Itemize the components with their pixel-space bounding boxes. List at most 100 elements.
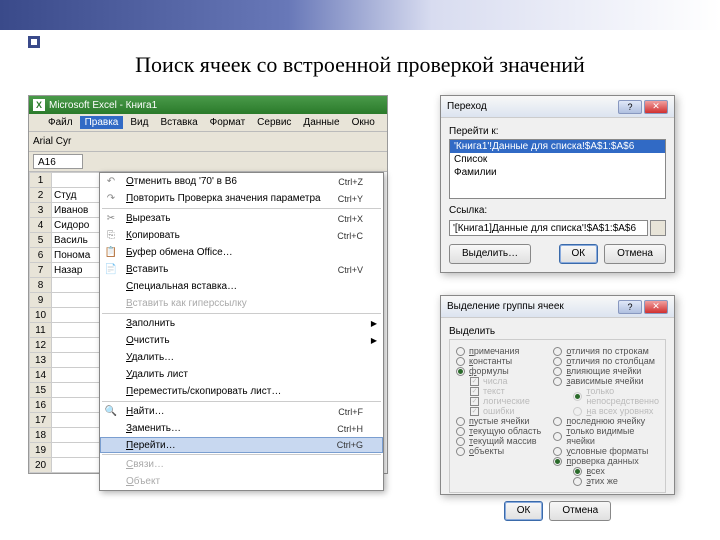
font-name[interactable]: Arial Cyr <box>33 136 71 147</box>
special-options-group: примечанияконстантыформулы✓числа✓текст✓л… <box>449 339 666 493</box>
menu-item-shortcut: Ctrl+Y <box>338 194 363 204</box>
goto-listbox[interactable]: 'Книга1'!Данные для списка!$A$1:$A$6 Спи… <box>449 139 666 199</box>
row-header[interactable]: 7 <box>30 263 52 278</box>
menu-item[interactable]: Удалить лист <box>100 366 383 383</box>
name-box[interactable]: A16 <box>33 154 83 169</box>
menu-item[interactable]: 📄ВставитьCtrl+V <box>100 261 383 278</box>
menu-item-icon <box>102 297 120 311</box>
menu-item[interactable]: ⎘КопироватьCtrl+C <box>100 227 383 244</box>
list-item[interactable]: 'Книга1'!Данные для списка!$A$1:$A$6 <box>450 140 665 153</box>
menu-item-label: Отменить ввод '70' в B6 <box>126 176 332 187</box>
row-header[interactable]: 11 <box>30 323 52 338</box>
goto-dialog: Переход ? ✕ Перейти к: 'Книга1'!Данные д… <box>440 95 675 273</box>
menu-item-icon <box>102 280 120 294</box>
row-header[interactable]: 9 <box>30 293 52 308</box>
row-header[interactable]: 8 <box>30 278 52 293</box>
row-header[interactable]: 5 <box>30 233 52 248</box>
menu-item[interactable]: ↷Повторить Проверка значения параметраCt… <box>100 190 383 207</box>
menu-item: Связи… <box>100 456 383 473</box>
menu-item-label: Переместить/скопировать лист… <box>126 386 357 397</box>
row-header[interactable]: 13 <box>30 353 52 368</box>
radio-option[interactable]: проверка данных <box>553 456 659 466</box>
menu-data[interactable]: Данные <box>298 116 344 129</box>
menu-item-icon: 📋 <box>102 246 120 260</box>
row-header[interactable]: 18 <box>30 428 52 443</box>
menu-item[interactable]: ↶Отменить ввод '70' в B6Ctrl+Z <box>100 173 383 190</box>
row-header[interactable]: 2 <box>30 188 52 203</box>
menu-item-shortcut: Ctrl+X <box>338 214 363 224</box>
menu-item[interactable]: Специальная вставка… <box>100 278 383 295</box>
row-header[interactable]: 12 <box>30 338 52 353</box>
radio-option[interactable]: отличия по строкам <box>553 346 659 356</box>
menu-item-label: Специальная вставка… <box>126 281 357 292</box>
row-header[interactable]: 20 <box>30 458 52 473</box>
row-header[interactable]: 17 <box>30 413 52 428</box>
menu-item[interactable]: 🔍Найти…Ctrl+F <box>100 403 383 420</box>
excel-menubar[interactable]: Файл Правка Вид Вставка Формат Сервис Да… <box>29 114 387 132</box>
menu-edit[interactable]: Правка <box>80 116 124 129</box>
radio-option[interactable]: условные форматы <box>553 446 659 456</box>
row-header[interactable]: 10 <box>30 308 52 323</box>
row-header[interactable]: 6 <box>30 248 52 263</box>
doc-icon <box>31 122 41 124</box>
goto-cancel-button[interactable]: Отмена <box>604 244 666 264</box>
list-item[interactable]: Список <box>450 153 665 166</box>
radio-option[interactable]: пустые ячейки <box>456 416 547 426</box>
menu-format[interactable]: Формат <box>205 116 251 129</box>
close-button[interactable]: ✕ <box>644 100 668 114</box>
help-button[interactable]: ? <box>618 100 642 114</box>
menu-item-icon <box>102 368 120 382</box>
row-header[interactable]: 15 <box>30 383 52 398</box>
row-header[interactable]: 19 <box>30 443 52 458</box>
row-header[interactable]: 3 <box>30 203 52 218</box>
menu-item-shortcut: Ctrl+V <box>338 265 363 275</box>
row-header[interactable]: 4 <box>30 218 52 233</box>
menu-item[interactable]: 📋Буфер обмена Office… <box>100 244 383 261</box>
row-header[interactable]: 16 <box>30 398 52 413</box>
radio-option[interactable]: влияющие ячейки <box>553 366 659 376</box>
radio-option[interactable]: константы <box>456 356 547 366</box>
menu-item[interactable]: Заполнить▶ <box>100 315 383 332</box>
menu-window[interactable]: Окно <box>347 116 380 129</box>
menu-item: Вставить как гиперссылку <box>100 295 383 312</box>
menu-item[interactable]: Переместить/скопировать лист… <box>100 383 383 400</box>
menu-insert[interactable]: Вставка <box>155 116 202 129</box>
goto-select-button[interactable]: Выделить… <box>449 244 531 264</box>
radio-option[interactable]: отличия по столбцам <box>553 356 659 366</box>
radio-option[interactable]: формулы <box>456 366 547 376</box>
special-cancel-button[interactable]: Отмена <box>549 501 611 521</box>
list-item[interactable]: Фамилии <box>450 166 665 179</box>
help-button[interactable]: ? <box>618 300 642 314</box>
radio-option[interactable]: объекты <box>456 446 547 456</box>
row-header[interactable]: 14 <box>30 368 52 383</box>
radio-option[interactable]: зависимые ячейки <box>553 376 659 386</box>
radio-option[interactable]: текущую область <box>456 426 547 436</box>
menu-item[interactable]: ✂ВырезатьCtrl+X <box>100 210 383 227</box>
menu-item[interactable]: Перейти…Ctrl+G <box>100 437 383 453</box>
check-option: ✓текст <box>470 386 547 396</box>
radio-option[interactable]: только видимые ячейки <box>553 426 659 446</box>
radio-option[interactable]: примечания <box>456 346 547 356</box>
goto-title: Переход <box>447 101 487 112</box>
menu-item-label: Копировать <box>126 230 331 241</box>
menu-view[interactable]: Вид <box>125 116 153 129</box>
menu-tools[interactable]: Сервис <box>252 116 296 129</box>
goto-ref-input[interactable] <box>449 220 648 236</box>
menu-item[interactable]: Удалить… <box>100 349 383 366</box>
menu-file[interactable]: Файл <box>43 116 78 129</box>
edit-menu-dropdown[interactable]: ↶Отменить ввод '70' в B6Ctrl+Z↷Повторить… <box>99 172 384 491</box>
radio-option[interactable]: текущий массив <box>456 436 547 446</box>
radio-option[interactable]: всех <box>573 466 659 476</box>
goto-ok-button[interactable]: ОК <box>559 244 599 264</box>
radio-option[interactable]: последнюю ячейку <box>553 416 659 426</box>
excel-title-text: Microsoft Excel - Книга1 <box>49 100 157 111</box>
close-button[interactable]: ✕ <box>644 300 668 314</box>
radio-option[interactable]: этих же <box>573 476 659 486</box>
menu-item[interactable]: Очистить▶ <box>100 332 383 349</box>
ref-picker-icon[interactable] <box>650 220 666 236</box>
submenu-arrow-icon: ▶ <box>369 319 377 328</box>
row-header[interactable]: 1 <box>30 173 52 188</box>
special-ok-button[interactable]: ОК <box>504 501 544 521</box>
menu-item[interactable]: Заменить…Ctrl+H <box>100 420 383 437</box>
excel-titlebar: X Microsoft Excel - Книга1 <box>29 96 387 114</box>
